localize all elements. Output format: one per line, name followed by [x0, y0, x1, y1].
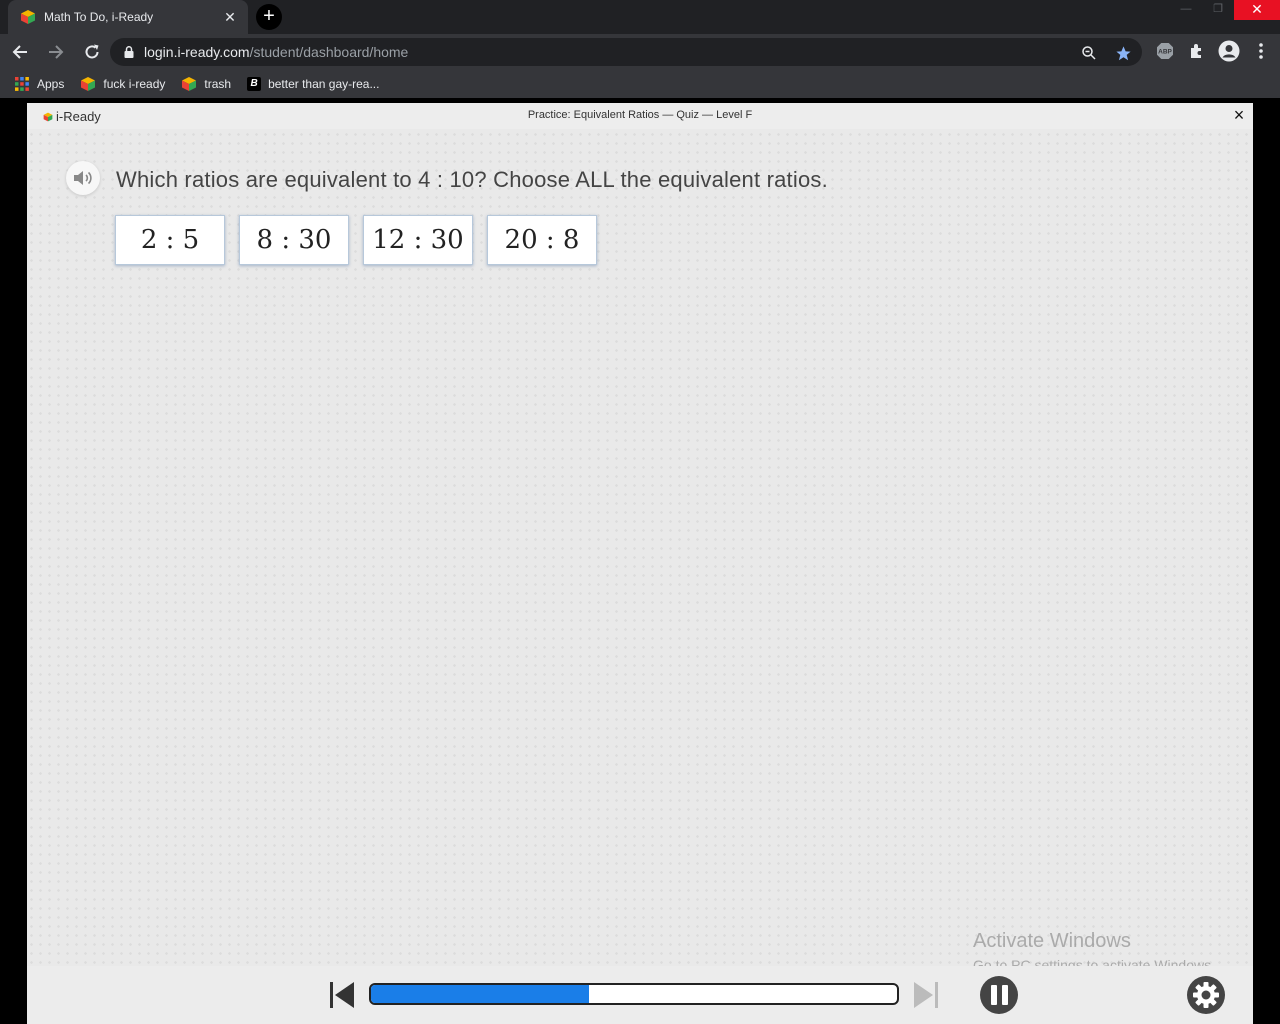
answer-choices: 2 : 5 8 : 30 12 : 30 20 : 8 [115, 215, 597, 265]
zoom-icon[interactable] [1078, 42, 1100, 64]
bookmark-apps[interactable]: Apps [14, 76, 64, 92]
reload-icon [85, 44, 99, 59]
bookmark-star-icon[interactable] [1112, 42, 1134, 64]
maximize-icon[interactable]: ❐ [1202, 0, 1234, 20]
forward-arrow-icon [49, 45, 64, 59]
lesson-title: Practice: Equivalent Ratios — Quiz — Lev… [527, 109, 753, 121]
bookmark-trash[interactable]: trash [181, 76, 231, 92]
choice-20-8[interactable]: 20 : 8 [487, 215, 597, 265]
back-button[interactable] [4, 36, 36, 68]
skip-back-button[interactable] [327, 980, 357, 1010]
minimize-icon[interactable]: — [1170, 0, 1202, 20]
iready-cube-icon [81, 77, 96, 91]
bookmark-label: trash [204, 77, 232, 91]
lesson-footer [27, 966, 1253, 1024]
tab-strip: Math To Do, i-Ready ✕ + — ❐ ✕ [0, 0, 1280, 34]
bookmark-label: Apps [37, 77, 65, 91]
b-letter-icon: B [247, 77, 262, 91]
reload-button[interactable] [76, 36, 108, 68]
iready-cube-icon [21, 10, 35, 24]
url-host: login.i-ready.com [144, 44, 250, 60]
lesson-header: i-Ready Practice: Equivalent Ratios — Qu… [27, 103, 1253, 129]
back-arrow-icon [12, 45, 27, 59]
lesson-progress-bar [369, 983, 899, 1005]
bookmark-label: fuck i-ready [103, 77, 166, 91]
browser-toolbar: login.i-ready.com /student/dashboard/hom… [0, 34, 1280, 70]
skip-forward-icon [914, 982, 938, 1008]
settings-button[interactable] [1187, 976, 1225, 1014]
bookmark-fuck-iready[interactable]: fuck i-ready [80, 76, 165, 92]
gear-icon [1187, 976, 1225, 1014]
progress-fill [371, 985, 590, 1003]
question-text: Which ratios are equivalent to 4 : 10? C… [116, 167, 828, 192]
speaker-icon [74, 171, 92, 185]
tab-close-icon[interactable]: ✕ [222, 9, 238, 26]
pause-bar-icon [990, 985, 997, 1005]
browser-tab[interactable]: Math To Do, i-Ready ✕ [8, 0, 248, 34]
profile-avatar-icon[interactable] [1218, 40, 1240, 62]
skip-back-icon [330, 982, 354, 1008]
bookmark-label: better than gay-rea... [268, 77, 380, 91]
pause-bar-icon [1001, 985, 1008, 1005]
abp-label: ABP [1158, 49, 1172, 56]
window-close-icon[interactable]: ✕ [1234, 0, 1280, 20]
new-tab-button[interactable]: + [256, 4, 282, 30]
bookmark-better-than[interactable]: B better than gay-rea... [247, 77, 379, 91]
skip-forward-button[interactable] [911, 980, 941, 1010]
url-path: /student/dashboard/home [249, 44, 409, 60]
forward-button[interactable] [40, 36, 72, 68]
window-controls: — ❐ ✕ [1170, 0, 1280, 20]
lesson-close-button[interactable]: × [1229, 103, 1249, 127]
lesson-frame: i-Ready Practice: Equivalent Ratios — Qu… [27, 103, 1253, 1024]
tab-title: Math To Do, i-Ready [44, 10, 154, 24]
choice-8-30[interactable]: 8 : 30 [239, 215, 349, 265]
menu-kebab-icon[interactable] [1250, 40, 1272, 62]
watermark-title: Activate Windows [973, 930, 1131, 952]
address-bar[interactable]: login.i-ready.com /student/dashboard/hom… [110, 38, 1142, 66]
apps-grid-icon [15, 77, 29, 91]
page-viewport: i-Ready Practice: Equivalent Ratios — Qu… [0, 98, 1280, 1024]
adblock-extension-icon[interactable]: ABP [1154, 40, 1176, 62]
pause-button[interactable] [980, 976, 1018, 1014]
extensions-puzzle-icon[interactable] [1186, 40, 1208, 62]
choice-12-30[interactable]: 12 : 30 [363, 215, 473, 265]
speaker-button[interactable] [66, 161, 100, 195]
choice-2-5[interactable]: 2 : 5 [115, 215, 225, 265]
iready-cube-icon [182, 77, 197, 91]
lock-icon [124, 46, 134, 58]
bookmarks-bar: Apps fuck i-ready trash B better than ga… [0, 70, 1280, 98]
